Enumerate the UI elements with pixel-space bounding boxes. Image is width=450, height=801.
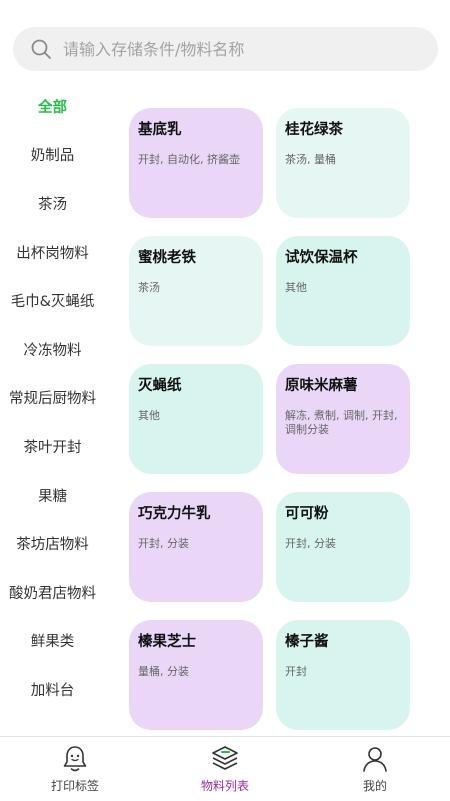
material-tags: 开封, 分装 [285,537,336,550]
material-tags: 量桶, 分装 [138,665,189,678]
material-card[interactable]: 试饮保温杯 其他 [276,236,410,346]
search-bar[interactable] [13,27,438,71]
material-name: 可可粉 [285,506,329,522]
material-name: 榛果芝士 [138,634,196,650]
bell-icon [63,746,87,772]
sidebar-item-fresh-fruit[interactable]: 鲜果类 [0,617,105,666]
tab-mine[interactable]: 我的 [300,737,450,801]
material-card[interactable]: 桂花绿茶 茶汤, 量桶 [276,108,410,218]
material-card[interactable]: 蜜桃老铁 茶汤 [129,236,263,346]
sidebar-item-tea-soup[interactable]: 茶汤 [0,179,105,228]
material-name: 巧克力牛乳 [138,506,211,522]
sidebar-item-all[interactable]: 全部 [0,82,105,131]
material-card[interactable]: 灭蝇纸 其他 [129,364,263,474]
tab-material-list[interactable]: 物料列表 [150,737,300,801]
material-card[interactable]: 可可粉 开封, 分装 [276,492,410,602]
material-card[interactable]: 原味米麻薯 解冻, 煮制, 调制, 开封, 调制分装 [276,364,410,474]
tab-print-label[interactable]: 打印标签 [0,737,150,801]
material-tags: 开封, 分装 [138,537,189,550]
category-sidebar: 全部 奶制品 茶汤 出杯岗物料 毛巾&灭蝇纸 冷冻物料 常规后厨物料 茶叶开封 … [0,82,105,714]
material-tags: 其他 [285,281,307,294]
material-tags: 茶汤 [138,281,160,294]
sidebar-item-topping-station[interactable]: 加料台 [0,665,105,714]
material-name: 桂花绿茶 [285,122,343,138]
material-name: 榛子酱 [285,634,329,650]
material-name: 原味米麻薯 [285,378,358,394]
sidebar-item-tea-leaf-open[interactable]: 茶叶开封 [0,422,105,471]
sidebar-item-kitchen[interactable]: 常规后厨物料 [0,374,105,423]
material-tags: 解冻, 煮制, 调制, 开封, 调制分装 [285,409,398,436]
search-icon [31,39,51,59]
sidebar-item-tea-house[interactable]: 茶坊店物料 [0,519,105,568]
tab-label: 物料列表 [200,779,249,793]
material-tags: 开封, 自动化, 挤酱壶 [138,153,240,166]
material-tags: 茶汤, 量桶 [285,153,336,166]
layers-icon [212,746,238,770]
material-name: 基底乳 [138,122,182,138]
sidebar-item-cup-station[interactable]: 出杯岗物料 [0,228,105,277]
material-tags: 其他 [138,409,160,422]
material-card[interactable]: 巧克力牛乳 开封, 分装 [129,492,263,602]
tab-label: 我的 [362,779,387,793]
material-tags: 开封 [285,665,307,678]
material-name: 蜜桃老铁 [138,250,196,266]
user-icon [363,747,387,772]
sidebar-item-dairy[interactable]: 奶制品 [0,131,105,180]
material-name: 灭蝇纸 [138,378,182,394]
bottom-tab-bar: 打印标签 物料列表 我的 [0,736,450,801]
sidebar-item-towel-flypaper[interactable]: 毛巾&灭蝇纸 [0,276,105,325]
sidebar-item-yogurt-store[interactable]: 酸奶君店物料 [0,568,105,617]
material-card[interactable]: 榛子酱 开封 [276,620,410,730]
search-input[interactable] [61,38,405,60]
material-card[interactable]: 榛果芝士 量桶, 分装 [129,620,263,730]
material-card[interactable]: 基底乳 开封, 自动化, 挤酱壶 [129,108,263,218]
sidebar-item-fructose[interactable]: 果糖 [0,471,105,520]
material-name: 试饮保温杯 [285,250,358,266]
sidebar-item-frozen[interactable]: 冷冻物料 [0,325,105,374]
tab-label: 打印标签 [50,779,99,793]
